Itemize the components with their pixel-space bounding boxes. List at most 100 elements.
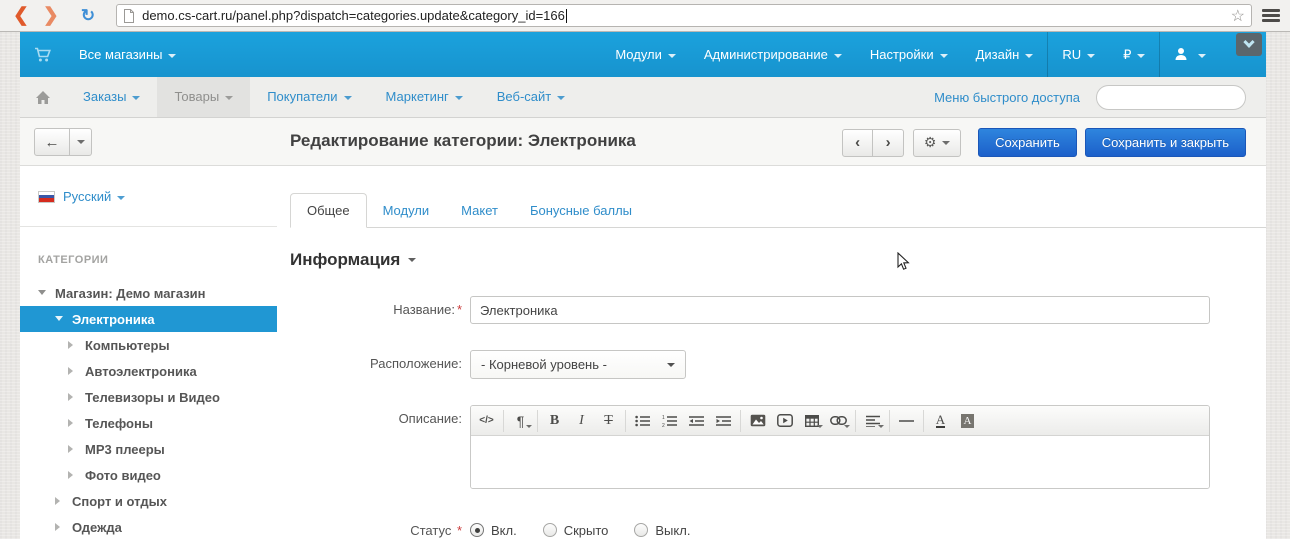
category-tree-item[interactable]: Автоэлектроника bbox=[20, 358, 277, 384]
category-tree-item[interactable]: Компьютеры bbox=[20, 332, 277, 358]
toolbar-divider bbox=[740, 410, 741, 432]
horizontal-rule-icon[interactable] bbox=[893, 408, 920, 434]
tree-toggle[interactable] bbox=[68, 367, 85, 375]
location-select[interactable]: - Корневой уровень - bbox=[470, 350, 686, 379]
image-icon[interactable] bbox=[744, 408, 771, 434]
bold-icon[interactable]: B bbox=[541, 408, 568, 434]
back-dropdown-button[interactable] bbox=[70, 128, 92, 156]
status-radio-2[interactable]: Выкл. bbox=[634, 523, 690, 538]
unordered-list-icon[interactable] bbox=[629, 408, 656, 434]
collapse-panel-button[interactable] bbox=[1236, 33, 1262, 56]
topbar-menu-3[interactable]: Дизайн bbox=[962, 32, 1048, 77]
save-and-close-button[interactable]: Сохранить и закрыть bbox=[1085, 128, 1246, 157]
video-icon[interactable] bbox=[771, 408, 798, 434]
paragraph-format-icon[interactable]: ¶ bbox=[507, 408, 534, 434]
tab-макет[interactable]: Макет bbox=[445, 194, 514, 227]
status-radio-0[interactable]: Вкл. bbox=[470, 523, 517, 538]
italic-icon[interactable]: I bbox=[568, 408, 595, 434]
nav-item[interactable]: Веб-сайт bbox=[480, 77, 582, 117]
category-tree-item[interactable]: Спорт и отдых bbox=[20, 488, 277, 514]
category-tree-item[interactable]: Электроника bbox=[20, 306, 277, 332]
name-field-row: Название:* bbox=[290, 296, 1266, 324]
next-item-button[interactable]: › bbox=[873, 129, 904, 157]
tab-модули[interactable]: Модули bbox=[367, 194, 446, 227]
tab-bar: ОбщееМодулиМакетБонусные баллы bbox=[290, 192, 1266, 228]
prev-item-button[interactable]: ‹ bbox=[842, 129, 873, 157]
category-tree-item[interactable]: Телефоны bbox=[20, 410, 277, 436]
category-tree-item[interactable]: Магазин: Демо магазин bbox=[20, 280, 277, 306]
save-button[interactable]: Сохранить bbox=[978, 128, 1077, 157]
chevron-expanded-icon bbox=[38, 290, 46, 299]
indent-icon[interactable] bbox=[710, 408, 737, 434]
category-label: Автоэлектроника bbox=[85, 364, 197, 379]
user-menu[interactable] bbox=[1160, 32, 1220, 77]
code-icon[interactable]: </> bbox=[473, 408, 500, 434]
topbar-menu-1[interactable]: Администрирование bbox=[690, 32, 856, 77]
tree-toggle[interactable] bbox=[68, 341, 85, 349]
name-input[interactable] bbox=[470, 296, 1210, 324]
category-tree-item[interactable]: MP3 плееры bbox=[20, 436, 277, 462]
tree-toggle[interactable] bbox=[55, 313, 72, 325]
background-color-icon[interactable]: A bbox=[954, 408, 981, 434]
tree-toggle[interactable] bbox=[68, 471, 85, 479]
settings-dropdown-button[interactable]: ⚙ bbox=[913, 129, 961, 157]
radio-label: Скрыто bbox=[564, 523, 609, 538]
table-icon[interactable] bbox=[798, 408, 825, 434]
address-bar[interactable]: demo.cs-cart.ru/panel.php?dispatch=categ… bbox=[116, 4, 1252, 27]
tree-toggle[interactable] bbox=[68, 445, 85, 453]
chevron-down-icon bbox=[668, 54, 676, 58]
home-button[interactable] bbox=[20, 77, 66, 117]
topbar-menu-2[interactable]: Настройки bbox=[856, 32, 962, 77]
text-cursor bbox=[566, 9, 567, 23]
toolbar-divider bbox=[855, 410, 856, 432]
page-icon bbox=[123, 9, 135, 23]
description-editor-area[interactable] bbox=[471, 436, 1209, 488]
nav-item[interactable]: Товары bbox=[157, 77, 250, 117]
category-tree-item[interactable]: Фото видео bbox=[20, 462, 277, 488]
page-header: ← Редактирование категории: Электроника … bbox=[20, 118, 1266, 166]
browser-back-icon[interactable]: ❮ bbox=[6, 6, 36, 25]
tree-toggle[interactable] bbox=[68, 419, 85, 427]
outdent-icon[interactable] bbox=[683, 408, 710, 434]
nav-item[interactable]: Покупатели bbox=[250, 77, 368, 117]
topbar-menu-label: Дизайн bbox=[976, 47, 1020, 62]
status-radio-1[interactable]: Скрыто bbox=[543, 523, 609, 538]
language-selector[interactable]: RU bbox=[1048, 32, 1109, 77]
page-title: Редактирование категории: Электроника bbox=[290, 131, 636, 151]
tab-общее[interactable]: Общее bbox=[290, 193, 367, 228]
search-box[interactable] bbox=[1096, 85, 1246, 110]
category-tree-item[interactable]: Телевизоры и Видео bbox=[20, 384, 277, 410]
currency-selector[interactable]: ₽ bbox=[1109, 32, 1159, 77]
tree-toggle[interactable] bbox=[55, 497, 72, 505]
radio-label: Выкл. bbox=[655, 523, 690, 538]
content-language-selector[interactable]: Русский bbox=[63, 189, 125, 204]
nav-item[interactable]: Маркетинг bbox=[369, 77, 480, 117]
information-section-header[interactable]: Информация bbox=[290, 250, 1266, 270]
browser-reload-icon[interactable]: ↻ bbox=[74, 7, 102, 24]
strikethrough-icon[interactable]: T bbox=[595, 408, 622, 434]
chevron-collapsed-icon bbox=[68, 393, 77, 401]
chevron-down-icon bbox=[344, 96, 352, 100]
ordered-list-icon[interactable]: 12 bbox=[656, 408, 683, 434]
browser-forward-icon[interactable]: ❯ bbox=[36, 6, 66, 25]
category-tree-item[interactable]: Одежда bbox=[20, 514, 277, 539]
tree-toggle[interactable] bbox=[38, 287, 55, 299]
topbar-menu-0[interactable]: Модули bbox=[601, 32, 690, 77]
text-color-icon[interactable]: A bbox=[927, 408, 954, 434]
category-label: Фото видео bbox=[85, 468, 161, 483]
search-input[interactable] bbox=[1105, 90, 1260, 104]
editor-toolbar: </> ¶ BIT 12 AA bbox=[471, 406, 1209, 436]
status-field-label: Статус * bbox=[290, 522, 470, 538]
link-icon[interactable] bbox=[825, 408, 852, 434]
store-selector[interactable]: Все магазины bbox=[65, 32, 190, 77]
tab-бонусные-баллы[interactable]: Бонусные баллы bbox=[514, 194, 648, 227]
back-button[interactable]: ← bbox=[34, 128, 70, 156]
bookmark-star-icon[interactable]: ☆ bbox=[1231, 6, 1245, 26]
alignment-icon[interactable] bbox=[859, 408, 886, 434]
browser-menu-icon[interactable] bbox=[1262, 7, 1280, 24]
tree-toggle[interactable] bbox=[68, 393, 85, 401]
nav-item[interactable]: Заказы bbox=[66, 77, 157, 117]
toolbar-divider bbox=[625, 410, 626, 432]
tree-toggle[interactable] bbox=[55, 523, 72, 531]
quick-access-menu-link[interactable]: Меню быстрого доступа bbox=[934, 90, 1080, 105]
